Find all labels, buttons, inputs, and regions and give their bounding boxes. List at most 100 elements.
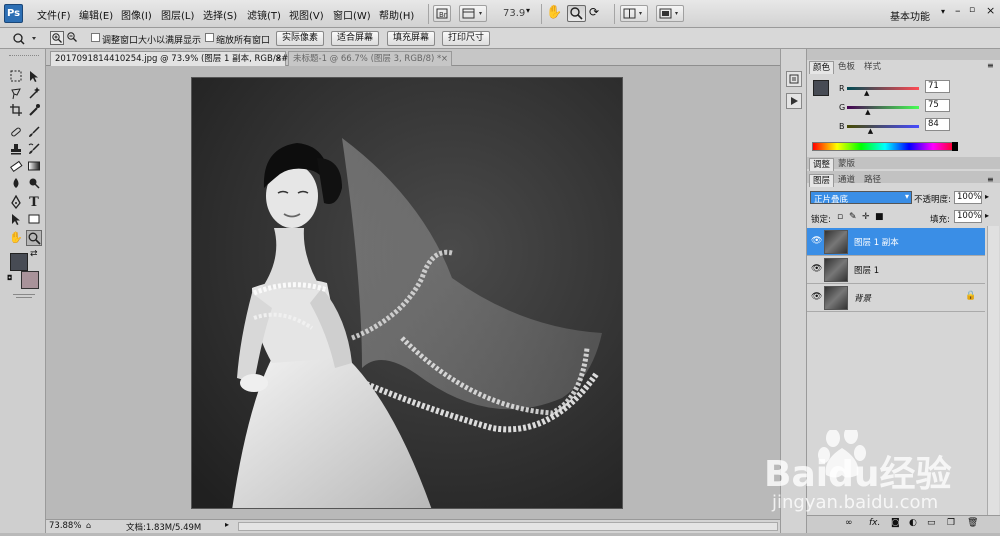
- marquee-tool[interactable]: [8, 69, 24, 85]
- zoom-in-button[interactable]: [50, 31, 64, 45]
- tab-document-2[interactable]: 未标题-1 @ 66.7% (图层 3, RGB/8) * ×: [288, 51, 452, 66]
- crop-tool[interactable]: [8, 103, 24, 119]
- zoom-all-windows-checkbox[interactable]: [205, 33, 214, 42]
- actions-panel-button[interactable]: [786, 93, 802, 109]
- quick-mask-button[interactable]: [16, 297, 32, 298]
- restore-icon[interactable]: ▫: [969, 5, 975, 15]
- eyedropper-tool[interactable]: [26, 103, 42, 119]
- red-value-field[interactable]: 71: [925, 80, 950, 93]
- workspace-dropdown-icon[interactable]: ▾: [941, 7, 945, 16]
- opacity-slider-arrow-icon[interactable]: ▸: [985, 192, 989, 201]
- zoom-tool-button[interactable]: [567, 5, 586, 22]
- menu-help[interactable]: 帮助(H): [379, 7, 414, 22]
- lock-all-icon[interactable]: ■: [875, 212, 884, 222]
- fill-field[interactable]: 100%: [954, 210, 982, 223]
- screen-mode-button[interactable]: [656, 5, 684, 22]
- tab-swatches[interactable]: 色板: [835, 61, 858, 73]
- color-spectrum-ramp[interactable]: [812, 142, 958, 151]
- magic-wand-tool[interactable]: [26, 86, 42, 102]
- print-size-button[interactable]: 打印尺寸: [442, 31, 490, 46]
- arrange-documents-button[interactable]: [620, 5, 648, 22]
- brush-tool[interactable]: [26, 125, 42, 141]
- foreground-color-swatch[interactable]: [10, 253, 28, 271]
- menu-filter[interactable]: 滤镜(T): [247, 7, 281, 22]
- default-colors-icon[interactable]: ◘: [7, 274, 13, 282]
- tab-channels[interactable]: 通道: [835, 174, 858, 186]
- color-panel-foreground-swatch[interactable]: [813, 80, 829, 96]
- clone-stamp-tool[interactable]: [8, 142, 24, 158]
- green-slider-track[interactable]: [847, 106, 919, 109]
- healing-brush-tool[interactable]: [8, 125, 24, 141]
- horizontal-scrollbar[interactable]: [238, 522, 778, 531]
- rotate-view-button[interactable]: ⟳: [589, 5, 608, 22]
- blend-mode-select[interactable]: 正片叠底 ▾: [810, 191, 912, 205]
- tab-styles[interactable]: 样式: [861, 61, 884, 73]
- eraser-tool[interactable]: [8, 159, 24, 175]
- layer-name[interactable]: 图层 1: [854, 264, 879, 276]
- menu-view[interactable]: 视图(V): [289, 7, 324, 22]
- visibility-eye-icon[interactable]: 👁: [811, 264, 822, 274]
- green-value-field[interactable]: 75: [925, 99, 950, 112]
- pen-tool[interactable]: [8, 194, 24, 211]
- menu-select[interactable]: 选择(S): [203, 7, 237, 22]
- resize-windows-checkbox[interactable]: [91, 33, 100, 42]
- history-panel-button[interactable]: [786, 71, 802, 87]
- menu-layer[interactable]: 图层(L): [161, 7, 194, 22]
- layer-row[interactable]: 👁 图层 1 副本: [807, 228, 985, 256]
- shape-tool[interactable]: [26, 212, 42, 228]
- close-tab-icon[interactable]: ×: [441, 52, 448, 66]
- bridge-button[interactable]: Br: [433, 5, 451, 22]
- minimize-icon[interactable]: –: [955, 4, 961, 17]
- hand-tool-button[interactable]: ✋: [546, 5, 565, 22]
- menu-file[interactable]: 文件(F): [37, 7, 71, 22]
- fill-slider-arrow-icon[interactable]: ▸: [985, 211, 989, 220]
- layer-row[interactable]: 👁 背景 🔒: [807, 284, 985, 312]
- workspace-switcher[interactable]: 基本功能: [890, 8, 930, 23]
- tab-adjustments[interactable]: 调整: [809, 158, 835, 171]
- zoom-dropdown-icon[interactable]: ▾: [526, 6, 530, 15]
- status-options-icon[interactable]: ⌂: [86, 521, 91, 530]
- zoom-percentage-field[interactable]: 73.88%: [49, 521, 81, 531]
- blur-tool[interactable]: [8, 176, 24, 192]
- tab-masks[interactable]: 蒙版: [835, 158, 858, 170]
- blue-slider-track[interactable]: [847, 125, 919, 128]
- tab-paths[interactable]: 路径: [861, 174, 884, 186]
- move-tool[interactable]: [26, 69, 42, 85]
- menu-edit[interactable]: 编辑(E): [79, 7, 113, 22]
- type-tool[interactable]: T: [26, 195, 42, 211]
- black-swatch[interactable]: [952, 142, 958, 151]
- fit-screen-button[interactable]: 适合屏幕: [331, 31, 379, 46]
- tab-color[interactable]: 颜色: [809, 61, 835, 74]
- gradient-tool[interactable]: [26, 159, 42, 175]
- layer-name[interactable]: 背景: [854, 292, 871, 304]
- status-menu-arrow-icon[interactable]: ▸: [225, 520, 229, 529]
- close-tab-icon[interactable]: ×: [275, 52, 282, 66]
- panel-menu-icon[interactable]: ≡: [987, 61, 994, 70]
- lock-position-icon[interactable]: ✛: [862, 212, 870, 222]
- hand-tool[interactable]: ✋: [8, 230, 24, 246]
- blue-slider-thumb[interactable]: ▲: [868, 127, 873, 135]
- background-color-swatch[interactable]: [21, 271, 39, 289]
- visibility-eye-icon[interactable]: 👁: [811, 236, 822, 246]
- document-image[interactable]: [191, 77, 623, 509]
- lasso-tool[interactable]: [8, 86, 24, 102]
- actual-pixels-button[interactable]: 实际像素: [276, 31, 324, 46]
- view-extras-button[interactable]: [459, 5, 487, 22]
- dodge-tool[interactable]: [26, 176, 42, 192]
- tab-document-1[interactable]: 20170918144102​54.jpg @ 73.9% (图层 1 副本, …: [50, 51, 299, 66]
- red-slider-thumb[interactable]: ▲: [864, 89, 869, 97]
- tool-preset-picker[interactable]: [10, 31, 40, 46]
- zoom-out-button[interactable]: [66, 31, 80, 45]
- history-brush-tool[interactable]: [26, 142, 42, 158]
- green-slider-thumb[interactable]: ▲: [865, 108, 870, 116]
- red-slider-track[interactable]: [847, 87, 919, 90]
- layer-name[interactable]: 图层 1 副本: [854, 236, 899, 248]
- panel-menu-icon[interactable]: ≡: [987, 175, 994, 184]
- path-selection-tool[interactable]: [8, 212, 24, 228]
- fill-screen-button[interactable]: 填充屏幕: [387, 31, 435, 46]
- close-icon[interactable]: ×: [986, 4, 995, 17]
- opacity-field[interactable]: 100%: [954, 191, 982, 204]
- layer-row[interactable]: 👁 图层 1: [807, 256, 985, 284]
- zoom-tool[interactable]: [26, 230, 42, 246]
- menu-image[interactable]: 图像(I): [121, 7, 152, 22]
